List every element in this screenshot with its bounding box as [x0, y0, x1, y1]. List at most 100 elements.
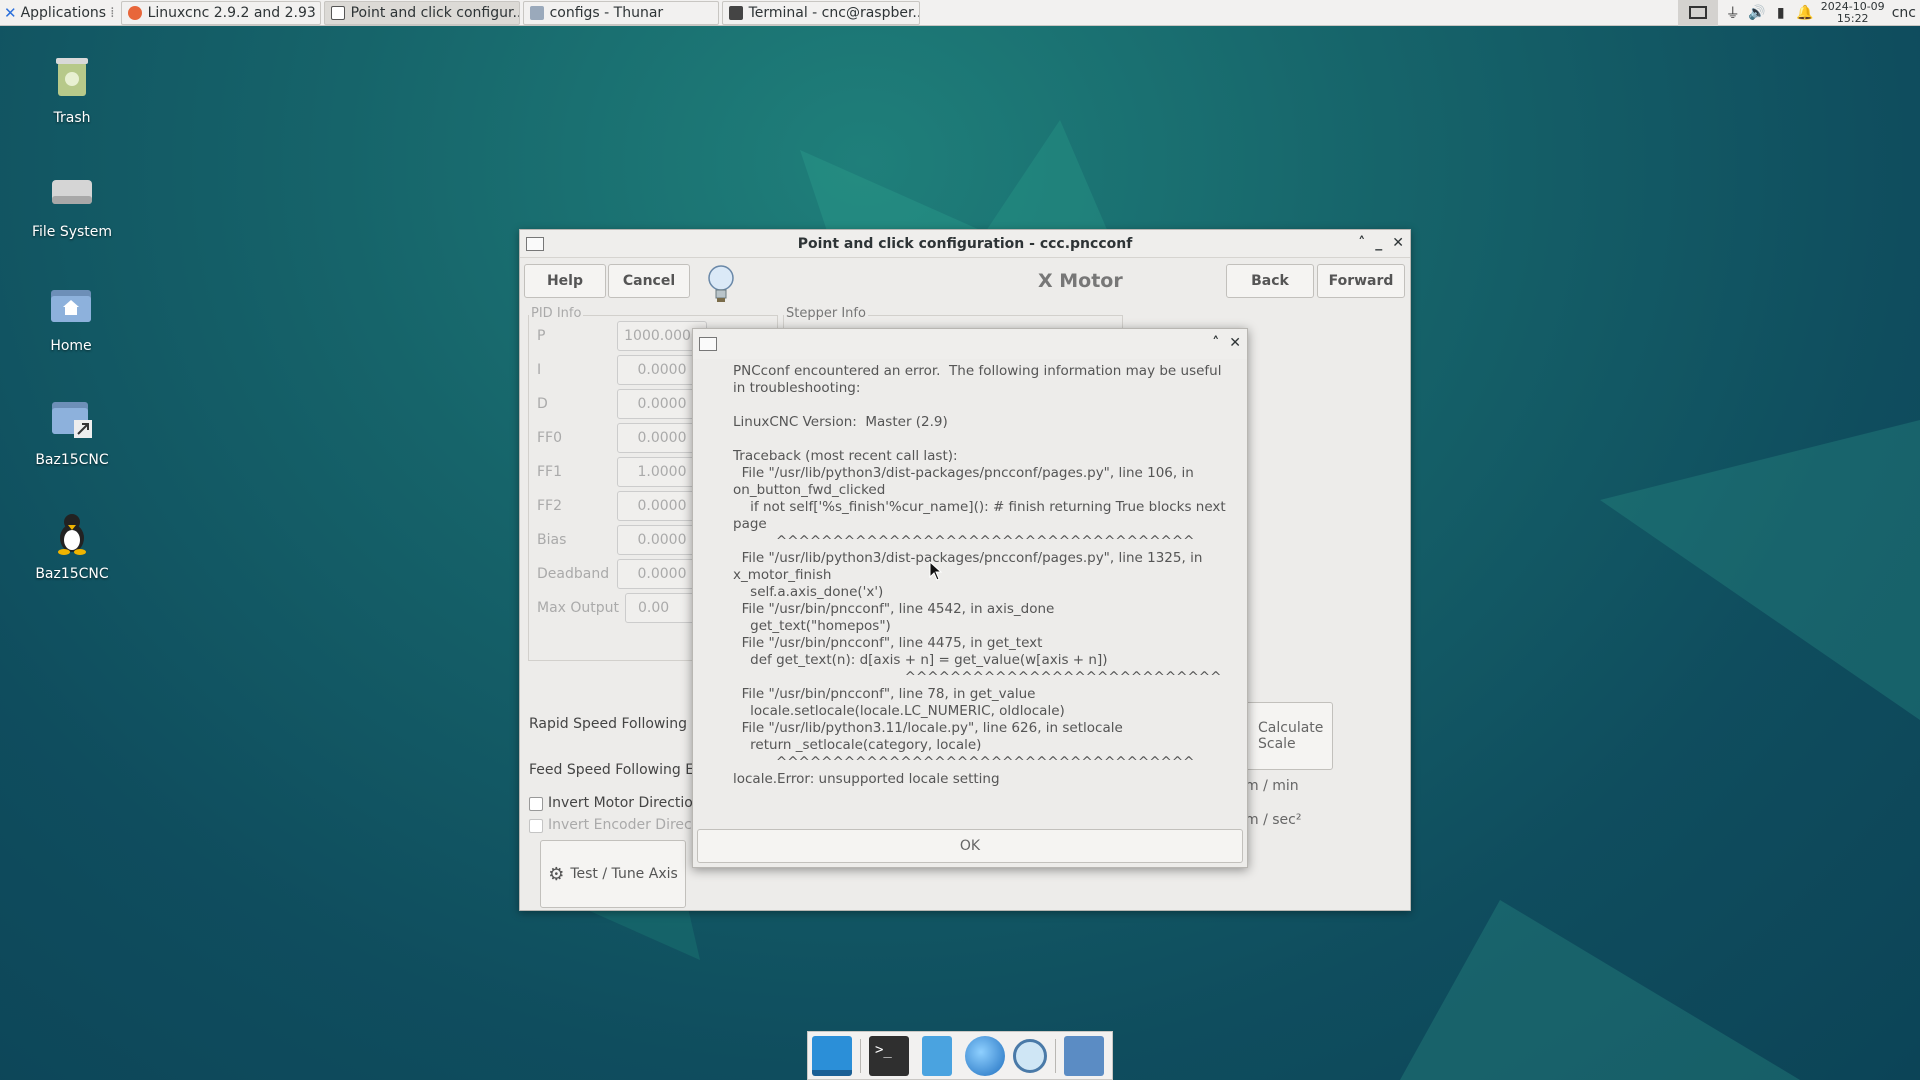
unit-per-sec2-label: m / sec²	[1245, 812, 1302, 828]
menu-grip-icon: ⁞	[110, 4, 115, 21]
pid-row-ff2: FF2 0.0000	[537, 491, 707, 521]
close-icon[interactable]: ✕	[1229, 335, 1241, 351]
stepper-info-label: Stepper Info	[784, 306, 868, 321]
system-tray: ⏚ 🔊 ▮ 🔔 2024-10-09 15:22 cnc	[1677, 0, 1920, 26]
clock-time: 15:22	[1836, 11, 1869, 25]
error-message: PNCconf encountered an error. The follow…	[733, 363, 1226, 787]
calculate-scale-button[interactable]: Calculate Scale	[1243, 702, 1333, 770]
invert-motor-checkbox[interactable]	[529, 797, 543, 811]
task-label: Point and click configur...	[350, 4, 520, 21]
pid-label: Max Output	[537, 600, 620, 616]
ok-button[interactable]: OK	[697, 829, 1243, 863]
pid-row-bias: Bias 0.0000	[537, 525, 707, 555]
window-menu-icon[interactable]	[526, 236, 544, 251]
test-tune-label: Test / Tune Axis	[570, 866, 678, 882]
pid-row-ff0: FF0 0.0000	[537, 423, 707, 453]
dock-separator	[860, 1038, 861, 1073]
top-panel: ✕ Applications ⁞ Linuxcnc 2.9.2 and 2.93…	[0, 0, 1920, 26]
firefox-icon	[127, 5, 142, 20]
pid-row-p: P 1000.0000	[537, 321, 707, 351]
gears-icon: ⚙	[548, 863, 565, 885]
home-folder-icon	[51, 290, 91, 322]
back-button[interactable]: Back	[1226, 264, 1314, 298]
pid-row-i: I 0.0000	[537, 355, 707, 385]
folder-icon	[529, 5, 544, 20]
pid-label: Deadband	[537, 566, 610, 582]
minimize-icon[interactable]: _	[1375, 235, 1382, 251]
task-thunar[interactable]: configs - Thunar	[522, 0, 719, 25]
window-titlebar[interactable]: Point and click configuration - ccc.pncc…	[520, 230, 1410, 258]
section-title: X Motor	[1038, 270, 1123, 292]
task-label: Terminal - cnc@raspber...	[748, 4, 920, 21]
workspace-icon	[1688, 6, 1707, 19]
desktop-icon-trash[interactable]: Trash	[22, 52, 122, 126]
applications-label: Applications	[20, 4, 107, 21]
linuxcnc-penguin-icon	[58, 514, 86, 555]
toolbar: Help Cancel X Motor Back Forward	[524, 264, 1406, 302]
workspace-switcher[interactable]	[1677, 0, 1718, 26]
pid-info-label: PID Info	[529, 306, 584, 321]
window-icon	[330, 5, 345, 20]
show-desktop-icon[interactable]	[812, 1035, 852, 1076]
pid-label: I	[537, 362, 542, 378]
network-icon[interactable]: ⏚	[1724, 3, 1742, 23]
maximize-icon[interactable]: ˄	[1212, 335, 1219, 351]
pid-row-deadband: Deadband 0.0000	[537, 559, 707, 589]
desktop-icon-home[interactable]: Home	[21, 280, 121, 354]
invert-encoder-checkbox[interactable]	[529, 819, 543, 833]
pid-label: Bias	[537, 532, 567, 548]
rapid-following-label: Rapid Speed Following Er	[529, 716, 707, 732]
desktop-icon-baz15cnc-launcher[interactable]: Baz15CNC	[22, 508, 122, 582]
desktop-icon-filesystem[interactable]: File System	[22, 166, 122, 240]
pid-row-d: D 0.0000	[537, 389, 707, 419]
terminal-icon[interactable]: >_	[869, 1035, 909, 1076]
desktop-icon-label: Home	[50, 338, 92, 354]
task-pncconf[interactable]: Point and click configur...	[323, 0, 520, 25]
volume-icon[interactable]: 🔊	[1748, 5, 1766, 21]
help-button[interactable]: Help	[524, 264, 606, 298]
lightbulb-icon	[708, 265, 734, 302]
pid-label: FF1	[537, 464, 563, 480]
task-label: Linuxcnc 2.9.2 and 2.93 ...	[147, 4, 321, 21]
invert-encoder-label: Invert Encoder Directi	[548, 817, 702, 833]
desktop-icon-label: File System	[31, 224, 113, 240]
desktop-icon-label: Baz15CNC	[35, 452, 109, 468]
test-tune-axis-button[interactable]: ⚙ Test / Tune Axis	[540, 840, 686, 908]
file-manager-icon[interactable]	[922, 1035, 952, 1076]
applications-menu[interactable]: ✕ Applications ⁞	[0, 0, 121, 26]
user-name[interactable]: cnc	[1892, 5, 1916, 21]
invert-motor-label: Invert Motor Direction	[548, 795, 702, 811]
calculate-scale-line1: Calculate	[1258, 720, 1324, 736]
notification-bell-icon[interactable]: 🔔	[1796, 5, 1814, 21]
unit-per-min-label: m / min	[1245, 778, 1299, 794]
pid-label: FF0	[537, 430, 563, 446]
cancel-button[interactable]: Cancel	[608, 264, 690, 298]
clock[interactable]: 2024-10-09 15:22	[1820, 0, 1886, 25]
feed-following-label: Feed Speed Following Err	[529, 762, 706, 778]
desktop-icon-label: Trash	[53, 110, 91, 126]
dock: >_	[807, 1031, 1113, 1080]
drive-icon	[52, 180, 92, 204]
pid-label: P	[537, 328, 546, 344]
battery-icon[interactable]: ▮	[1772, 5, 1790, 21]
dialog-titlebar[interactable]: ˄ ✕	[693, 329, 1247, 359]
error-dialog: ˄ ✕ PNCconf encountered an error. The fo…	[692, 328, 1248, 868]
forward-button[interactable]: Forward	[1317, 264, 1405, 298]
folder-icon[interactable]	[1064, 1035, 1104, 1076]
desktop-icon-baz15cnc-folder[interactable]: Baz15CNC	[22, 394, 122, 468]
calculate-scale-line2: Scale	[1258, 736, 1296, 752]
pid-row-max-output: Max Output 0.00	[537, 593, 715, 623]
clock-date: 2024-10-09	[1820, 0, 1885, 13]
task-terminal[interactable]: Terminal - cnc@raspber...	[721, 0, 920, 25]
app-finder-icon[interactable]	[1013, 1038, 1047, 1073]
dialog-menu-icon[interactable]	[699, 337, 717, 351]
terminal-icon	[728, 5, 743, 20]
task-firefox[interactable]: Linuxcnc 2.9.2 and 2.93 ...	[120, 0, 321, 25]
close-icon[interactable]: ✕	[1392, 235, 1404, 251]
web-browser-icon[interactable]	[965, 1035, 1005, 1076]
pid-label: FF2	[537, 498, 563, 514]
desktop-icon-label: Baz15CNC	[35, 566, 109, 582]
maximize-icon[interactable]: ˄	[1358, 235, 1365, 251]
dock-separator	[1055, 1038, 1056, 1073]
folder-link-icon	[52, 402, 92, 438]
